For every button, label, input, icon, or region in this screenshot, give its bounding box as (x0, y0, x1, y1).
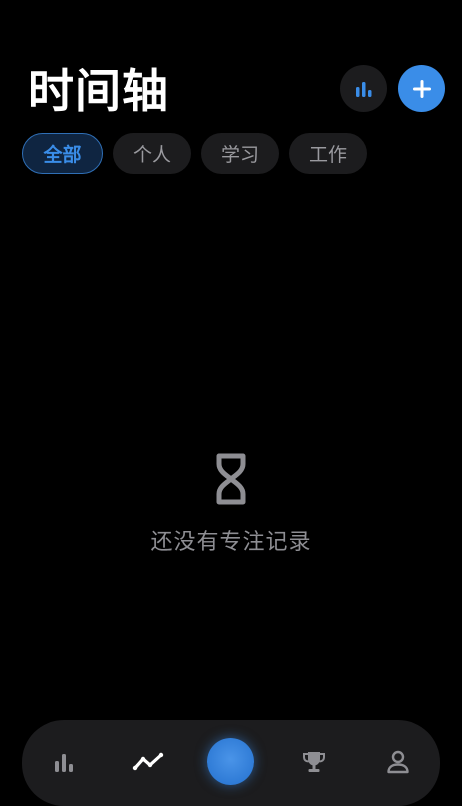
tab-profile[interactable] (380, 744, 416, 780)
empty-state-message: 还没有专注记录 (150, 530, 312, 555)
filter-chip-study[interactable]: 学习 (201, 133, 279, 174)
empty-state: 还没有专注记录 (0, 452, 462, 556)
page-title: 时间轴 (28, 64, 169, 118)
filter-chip-personal[interactable]: 个人 (113, 133, 191, 174)
filter-chip-all[interactable]: 全部 (22, 133, 103, 174)
stats-button[interactable] (340, 65, 387, 112)
bar-chart-icon (355, 81, 371, 97)
filter-chip-work[interactable]: 工作 (289, 133, 367, 174)
tab-timeline[interactable] (130, 744, 166, 780)
tab-achievements[interactable] (296, 744, 332, 780)
trophy-icon (303, 752, 325, 772)
tab-stats[interactable] (46, 744, 82, 780)
focus-start-button[interactable] (207, 738, 254, 785)
bottom-tab-bar (22, 720, 440, 806)
bar-chart-icon (55, 754, 73, 772)
profile-icon (387, 750, 409, 774)
filter-chips: 全部 个人 学习 工作 (22, 133, 367, 174)
trend-line-icon (132, 752, 164, 771)
add-button[interactable] (398, 65, 445, 112)
plus-icon (412, 79, 431, 98)
hourglass-icon (216, 453, 246, 505)
